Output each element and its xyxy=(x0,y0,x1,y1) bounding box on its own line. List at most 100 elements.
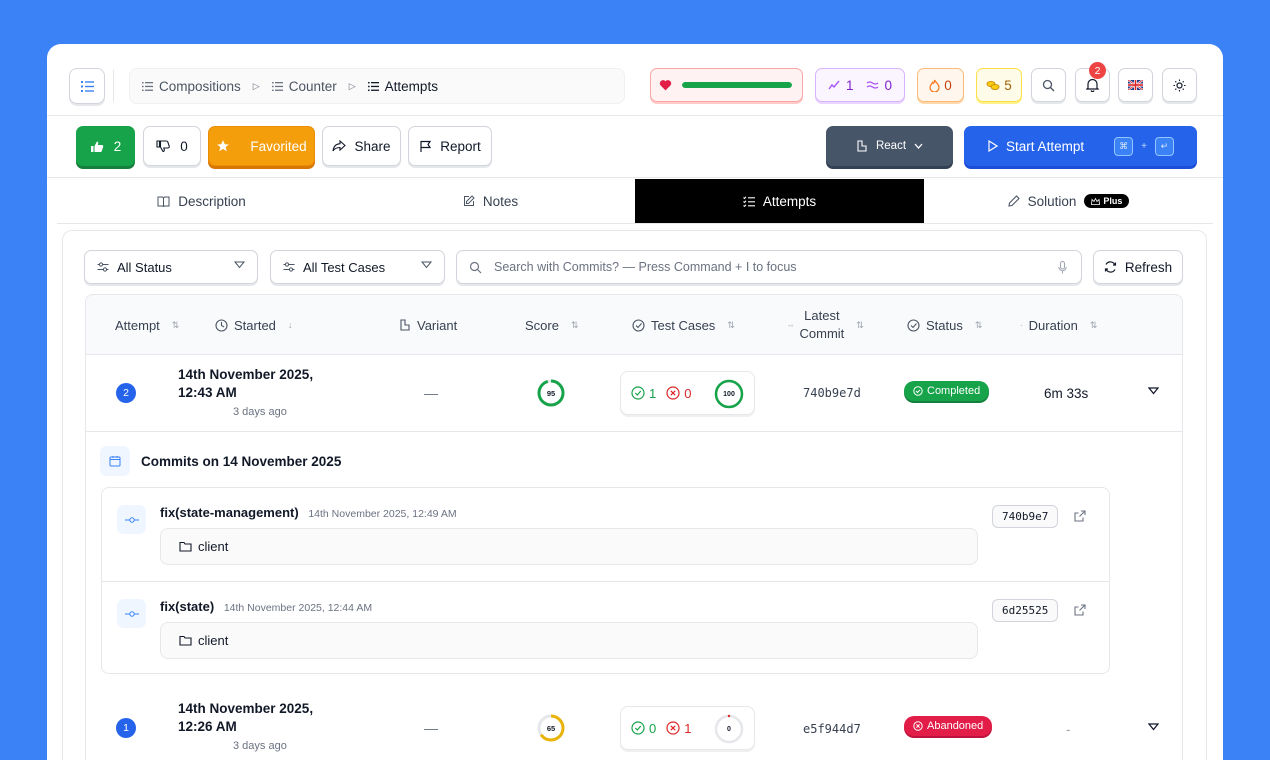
col-duration[interactable]: · Duration ⇅ xyxy=(1020,295,1097,355)
col-label-line1: Latest xyxy=(804,308,840,323)
expand-row-icon[interactable] xyxy=(1148,387,1159,395)
status-filter-value: All Status xyxy=(117,259,172,275)
health-meter[interactable] xyxy=(650,68,803,102)
play-icon xyxy=(987,140,999,152)
table-row[interactable]: 2 14th November 2025, 12:43 AM 3 days ag… xyxy=(86,354,1182,431)
status-filter[interactable]: All Status xyxy=(84,250,258,284)
failed-count: 0 xyxy=(666,386,691,401)
external-link-icon[interactable] xyxy=(1074,604,1086,616)
share-button[interactable]: Share xyxy=(322,126,401,166)
test-cases-filter-value: All Test Cases xyxy=(303,259,386,275)
check-circle-icon xyxy=(913,386,923,396)
col-status[interactable]: Status ⇅ xyxy=(907,295,982,355)
tab-label: Attempts xyxy=(762,193,817,209)
tab-label: Description xyxy=(178,193,246,209)
clock-icon xyxy=(215,318,228,332)
favorite-button[interactable]: Favorited xyxy=(208,126,315,166)
col-started[interactable]: Started ↓ xyxy=(215,295,292,355)
status-badge: Abandoned xyxy=(904,716,993,736)
report-label: Report xyxy=(440,138,481,154)
start-attempt-button[interactable]: Start Attempt ⌘ + ↵ xyxy=(964,126,1197,166)
table-row[interactable]: 1 14th November 2025, 12:26 AM 3 days ag… xyxy=(86,688,1182,760)
col-label: Variant xyxy=(417,317,458,333)
commit-item: fix(state) 14th November 2025, 12:44 AM … xyxy=(102,581,1109,674)
col-label: Test Cases xyxy=(651,317,716,333)
failed-count: 1 xyxy=(666,721,691,736)
list-icon xyxy=(80,80,94,92)
commit-folder[interactable]: client xyxy=(160,528,978,565)
col-score[interactable]: Score ⇅ xyxy=(525,295,579,355)
commit-list: fix(state-management) 14th November 2025… xyxy=(101,487,1110,674)
sort-icon: ⇅ xyxy=(171,319,180,330)
commit-date: 14th November 2025, 12:44 AM xyxy=(223,602,373,614)
trend-up-icon xyxy=(828,80,840,90)
health-bar-fill xyxy=(682,82,792,88)
star-icon xyxy=(216,139,230,153)
col-attempt[interactable]: Attempt ⇅ xyxy=(115,295,179,355)
commit-folder[interactable]: client xyxy=(160,622,978,659)
pass-rate-ring: 0 xyxy=(714,714,744,744)
tab-notes[interactable]: Notes xyxy=(346,179,635,223)
coins-stat[interactable]: 5 xyxy=(976,68,1022,102)
bell-icon xyxy=(1086,78,1099,92)
search-icon xyxy=(1042,79,1055,92)
chevron-down-icon xyxy=(914,143,923,149)
sort-icon: ⇅ xyxy=(856,319,864,330)
refresh-button[interactable]: Refresh xyxy=(1093,250,1183,284)
chevron-down-icon xyxy=(234,261,245,269)
col-latest-commit[interactable]: -◦ Latest Commit ⇅ xyxy=(788,295,864,355)
chevron-right-icon: ▷ xyxy=(348,80,356,91)
dislike-button[interactable]: 0 xyxy=(143,126,201,166)
tab-bar: Description Notes Attempts Solution Plus xyxy=(57,179,1213,224)
microphone-icon[interactable] xyxy=(1058,261,1067,274)
col-test-cases[interactable]: Test Cases ⇅ xyxy=(632,295,735,355)
commit-hash[interactable]: 6d25525 xyxy=(992,599,1059,622)
breadcrumb-attempts[interactable]: Attempts xyxy=(367,79,438,94)
started-date: 14th November 2025, xyxy=(178,367,314,382)
tab-attempts[interactable]: Attempts xyxy=(635,179,924,223)
language-button[interactable] xyxy=(1118,68,1153,102)
col-label: Latest Commit xyxy=(800,307,845,343)
breadcrumb-compositions[interactable]: Compositions xyxy=(142,79,241,94)
test-cases-filter[interactable]: All Test Cases xyxy=(270,250,445,284)
folder-name: client xyxy=(198,539,229,554)
external-link-icon[interactable] xyxy=(1074,510,1086,522)
sidebar-toggle-button[interactable] xyxy=(69,68,105,104)
expand-row-icon[interactable] xyxy=(1148,723,1159,731)
framework-icon xyxy=(399,319,411,331)
passed-value: 1 xyxy=(649,385,657,401)
tab-description[interactable]: Description xyxy=(57,179,346,223)
theme-toggle-button[interactable] xyxy=(1162,68,1197,102)
commit-message: fix(state-management) 14th November 2025… xyxy=(160,505,457,520)
commit-date: 14th November 2025, 12:49 AM xyxy=(308,508,457,520)
score-value: 95 xyxy=(546,388,556,398)
streak-stat[interactable]: 1 0 xyxy=(815,68,905,102)
framework-select[interactable]: React xyxy=(826,126,953,166)
like-button[interactable]: 2 xyxy=(76,126,135,166)
breadcrumb-counter[interactable]: Counter xyxy=(271,79,337,94)
refresh-icon xyxy=(1104,261,1117,273)
report-button[interactable]: Report xyxy=(408,126,492,166)
notifications-button[interactable]: 2 xyxy=(1075,62,1110,102)
commit-hash[interactable]: 740b9e7 xyxy=(992,505,1059,528)
score-value: 65 xyxy=(546,723,556,733)
attempt-number: 1 xyxy=(116,718,136,738)
thumbs-up-icon xyxy=(90,140,104,153)
fire-stat[interactable]: 0 xyxy=(917,68,964,102)
dot-icon: · xyxy=(1020,320,1023,330)
latest-commit-hash[interactable]: e5f944d7 xyxy=(803,722,861,736)
latest-commit-hash[interactable]: 740b9e7d xyxy=(803,386,861,400)
search-button[interactable] xyxy=(1031,68,1066,102)
status-label: Abandoned xyxy=(927,720,984,732)
tab-solution[interactable]: Solution Plus xyxy=(924,179,1213,223)
passed-value: 0 xyxy=(649,720,657,736)
health-bar xyxy=(682,82,792,88)
dislike-count: 0 xyxy=(180,138,188,154)
search-input[interactable]: Search with Commits? — Press Command + I… xyxy=(456,250,1082,284)
relative-time: 3 days ago xyxy=(233,740,287,752)
commits-title: Commits on 14 November 2025 xyxy=(141,454,342,469)
folder-icon xyxy=(179,541,192,552)
shortcut-enter-key: ↵ xyxy=(1154,136,1174,156)
commits-section: Commits on 14 November 2025 fix(state-ma… xyxy=(86,431,1182,688)
failed-value: 1 xyxy=(684,720,692,736)
